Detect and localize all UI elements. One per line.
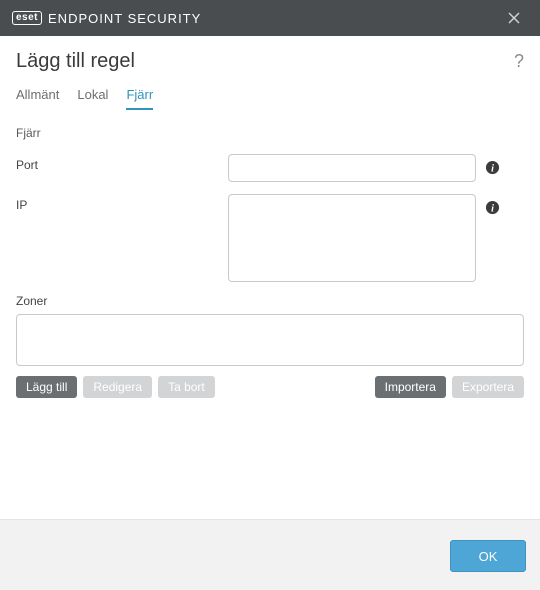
close-icon	[508, 12, 520, 24]
zones-button-row: Lägg till Redigera Ta bort Importera Exp…	[16, 376, 524, 398]
titlebar: eset ENDPOINT SECURITY	[0, 0, 540, 36]
ok-button[interactable]: OK	[450, 540, 526, 572]
page-title: Lägg till regel	[16, 50, 135, 73]
delete-button[interactable]: Ta bort	[158, 376, 215, 398]
tabs: Allmänt Lokal Fjärr	[8, 83, 532, 110]
tab-remote[interactable]: Fjärr	[126, 83, 153, 110]
brand: eset ENDPOINT SECURITY	[12, 11, 201, 26]
ip-input[interactable]	[228, 194, 476, 282]
port-info-icon[interactable]: i	[484, 159, 500, 175]
export-button[interactable]: Exportera	[452, 376, 524, 398]
port-label: Port	[16, 154, 228, 172]
tab-general[interactable]: Allmänt	[16, 83, 59, 110]
remote-section: Fjärr Port i IP i Zon	[8, 118, 532, 406]
ip-info-icon[interactable]: i	[484, 199, 500, 215]
import-button[interactable]: Importera	[375, 376, 446, 398]
dialog-card: Lägg till regel ? Allmänt Lokal Fjärr Fj…	[0, 36, 540, 520]
svg-text:i: i	[491, 203, 494, 214]
zones-label: Zoner	[16, 294, 524, 308]
help-icon[interactable]: ?	[514, 51, 524, 72]
add-button[interactable]: Lägg till	[16, 376, 77, 398]
port-input[interactable]	[228, 154, 476, 182]
section-label: Fjärr	[16, 126, 524, 140]
product-name: ENDPOINT SECURITY	[48, 11, 201, 26]
zones-listbox[interactable]	[16, 314, 524, 366]
close-button[interactable]	[500, 4, 528, 32]
ip-label: IP	[16, 194, 228, 212]
edit-button[interactable]: Redigera	[83, 376, 152, 398]
eset-logo: eset	[12, 11, 42, 25]
dialog-footer: OK	[0, 520, 540, 572]
tab-local[interactable]: Lokal	[77, 83, 108, 110]
svg-text:i: i	[491, 163, 494, 174]
